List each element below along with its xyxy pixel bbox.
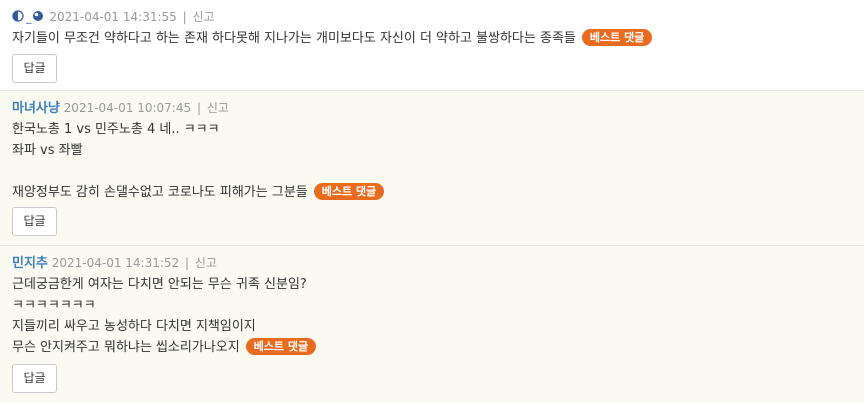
comment-timestamp: 2021-04-01 14:31:52: [51, 256, 180, 270]
comment-item: 마녀사냥 2021-04-01 10:07:45 | 신고 한국노총 1 vs …: [0, 91, 864, 246]
comment-meta: _ 2021-04-01 14:31:55 | 신고: [12, 8, 852, 26]
meta-separator: |: [196, 101, 201, 115]
comment-line: 좌파 vs 좌빨: [12, 143, 83, 158]
reply-button[interactable]: 답글: [12, 207, 57, 236]
comment-line: 근데궁금한게 여자는 다치면 안되는 무슨 귀족 신분임?: [12, 277, 307, 292]
comment-author[interactable]: 마녀사냥: [12, 101, 60, 116]
best-comment-badge: 베스트 댓글: [581, 29, 653, 46]
comment-line: 한국노총 1 vs 민주노총 4 네.. ㅋㅋㅋ: [12, 122, 220, 137]
report-link[interactable]: 신고: [195, 256, 217, 270]
comment-line: 자기들이 무조건 약하다고 하는 존재 하다못해 지나가는 개미보다도 자신이 …: [12, 28, 852, 49]
half-moon-icon: [12, 9, 24, 27]
comment-author[interactable]: 민지추: [12, 256, 48, 271]
comment-body: 자기들이 무조건 약하다고 하는 존재 하다못해 지나가는 개미보다도 자신이 …: [12, 28, 852, 49]
comment-line: 무슨 안지켜주고 뭐하냐는 씹소리가나오지 베스트 댓글: [12, 337, 852, 358]
eye-ball-icon: [32, 9, 44, 27]
comment-meta: 민지추 2021-04-01 14:31:52 | 신고: [12, 254, 852, 272]
comment-timestamp: 2021-04-01 14:31:55: [49, 10, 177, 24]
best-comment-badge: 베스트 댓글: [245, 338, 317, 355]
comment-timestamp: 2021-04-01 10:07:45: [63, 101, 192, 115]
best-comment-badge: 베스트 댓글: [313, 183, 385, 200]
comment-line-text: 무슨 안지켜주고 뭐하냐는 씹소리가나오지: [12, 340, 240, 355]
comment-body: 근데궁금한게 여자는 다치면 안되는 무슨 귀족 신분임? ㅋㅋㅋㅋㅋㅋㅋ 지들…: [12, 274, 852, 358]
reply-button[interactable]: 답글: [12, 364, 57, 393]
comment-item: _ 2021-04-01 14:31:55 | 신고 자기들이 무조건 약하다고…: [0, 0, 864, 91]
comment-line: ㅋㅋㅋㅋㅋㅋㅋ: [12, 298, 96, 313]
comment-item: 민지추 2021-04-01 14:31:52 | 신고 근데궁금한게 여자는 …: [0, 246, 864, 403]
meta-separator: |: [185, 256, 190, 270]
comment-line-text: 자기들이 무조건 약하다고 하는 존재 하다못해 지나가는 개미보다도 자신이 …: [12, 31, 576, 46]
comment-line: 지들끼리 싸우고 농성하다 다치면 지책임이지: [12, 319, 256, 334]
reply-button[interactable]: 답글: [12, 54, 57, 83]
meta-separator: |: [182, 10, 187, 24]
comment-line: 재앙정부도 감히 손댈수없고 코로나도 피해가는 그분들 베스트 댓글: [12, 182, 852, 203]
comment-meta: 마녀사냥 2021-04-01 10:07:45 | 신고: [12, 99, 852, 117]
report-link[interactable]: 신고: [207, 101, 229, 115]
comment-blank-line: [12, 161, 852, 182]
comment-line-text: 재앙정부도 감히 손댈수없고 코로나도 피해가는 그분들: [12, 185, 308, 200]
report-link[interactable]: 신고: [192, 10, 214, 24]
comment-body: 한국노총 1 vs 민주노총 4 네.. ㅋㅋㅋ 좌파 vs 좌빨 재앙정부도 …: [12, 119, 852, 203]
